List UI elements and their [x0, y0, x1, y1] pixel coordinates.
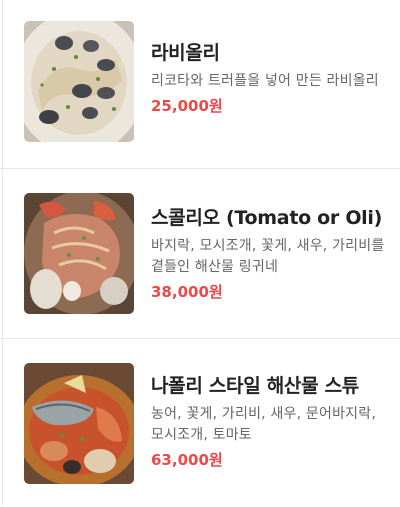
- seafood-linguine-photo[interactable]: [24, 193, 134, 314]
- menu-item-info: 라비올리 리코타와 트러플을 넣어 만든 라비올리 25,000원: [151, 40, 400, 117]
- menu-item[interactable]: 나폴리 스타일 해산물 스튜 농어, 꽃게, 가리비, 새우, 문어바지락, 모…: [0, 338, 400, 507]
- ravioli-dish-photo[interactable]: [24, 21, 134, 142]
- menu-item-price: 25,000원: [151, 97, 223, 115]
- menu-item-name: 나폴리 스타일 해산물 스튜: [151, 375, 359, 397]
- menu-item-name: 스콜리오 (Tomato or Oli): [151, 207, 382, 229]
- description-line: 곁들인 해산물 링귀네: [151, 259, 279, 275]
- description-line: 모시조개, 토마토: [151, 427, 252, 443]
- description-line: 농어, 꽃게, 가리비, 새우, 문어바지락,: [151, 406, 376, 422]
- description-line: 바지락, 모시조개, 꽃게, 새우, 가리비를: [151, 238, 385, 254]
- menu-item-info: 나폴리 스타일 해산물 스튜 농어, 꽃게, 가리비, 새우, 문어바지락, 모…: [151, 373, 400, 471]
- menu-item[interactable]: 스콜리오 (Tomato or Oli) 바지락, 모시조개, 꽃게, 새우, …: [0, 168, 400, 337]
- menu-item-name: 라비올리: [151, 42, 220, 64]
- menu-item[interactable]: 라비올리 리코타와 트러플을 넣어 만든 라비올리 25,000원: [0, 0, 400, 168]
- menu-item-price: 38,000원: [151, 283, 223, 301]
- menu-item-info: 스콜리오 (Tomato or Oli) 바지락, 모시조개, 꽃게, 새우, …: [151, 205, 400, 303]
- seafood-stew-photo[interactable]: [24, 363, 134, 484]
- menu-item-description: 바지락, 모시조개, 꽃게, 새우, 가리비를 곁들인 해산물 링귀네: [151, 236, 400, 278]
- menu-item-description: 농어, 꽃게, 가리비, 새우, 문어바지락, 모시조개, 토마토: [151, 404, 400, 446]
- menu-item-price: 63,000원: [151, 451, 223, 469]
- description-line: 리코타와 트러플을 넣어 만든 라비올리: [151, 73, 379, 89]
- menu-item-description: 리코타와 트러플을 넣어 만든 라비올리: [151, 71, 400, 92]
